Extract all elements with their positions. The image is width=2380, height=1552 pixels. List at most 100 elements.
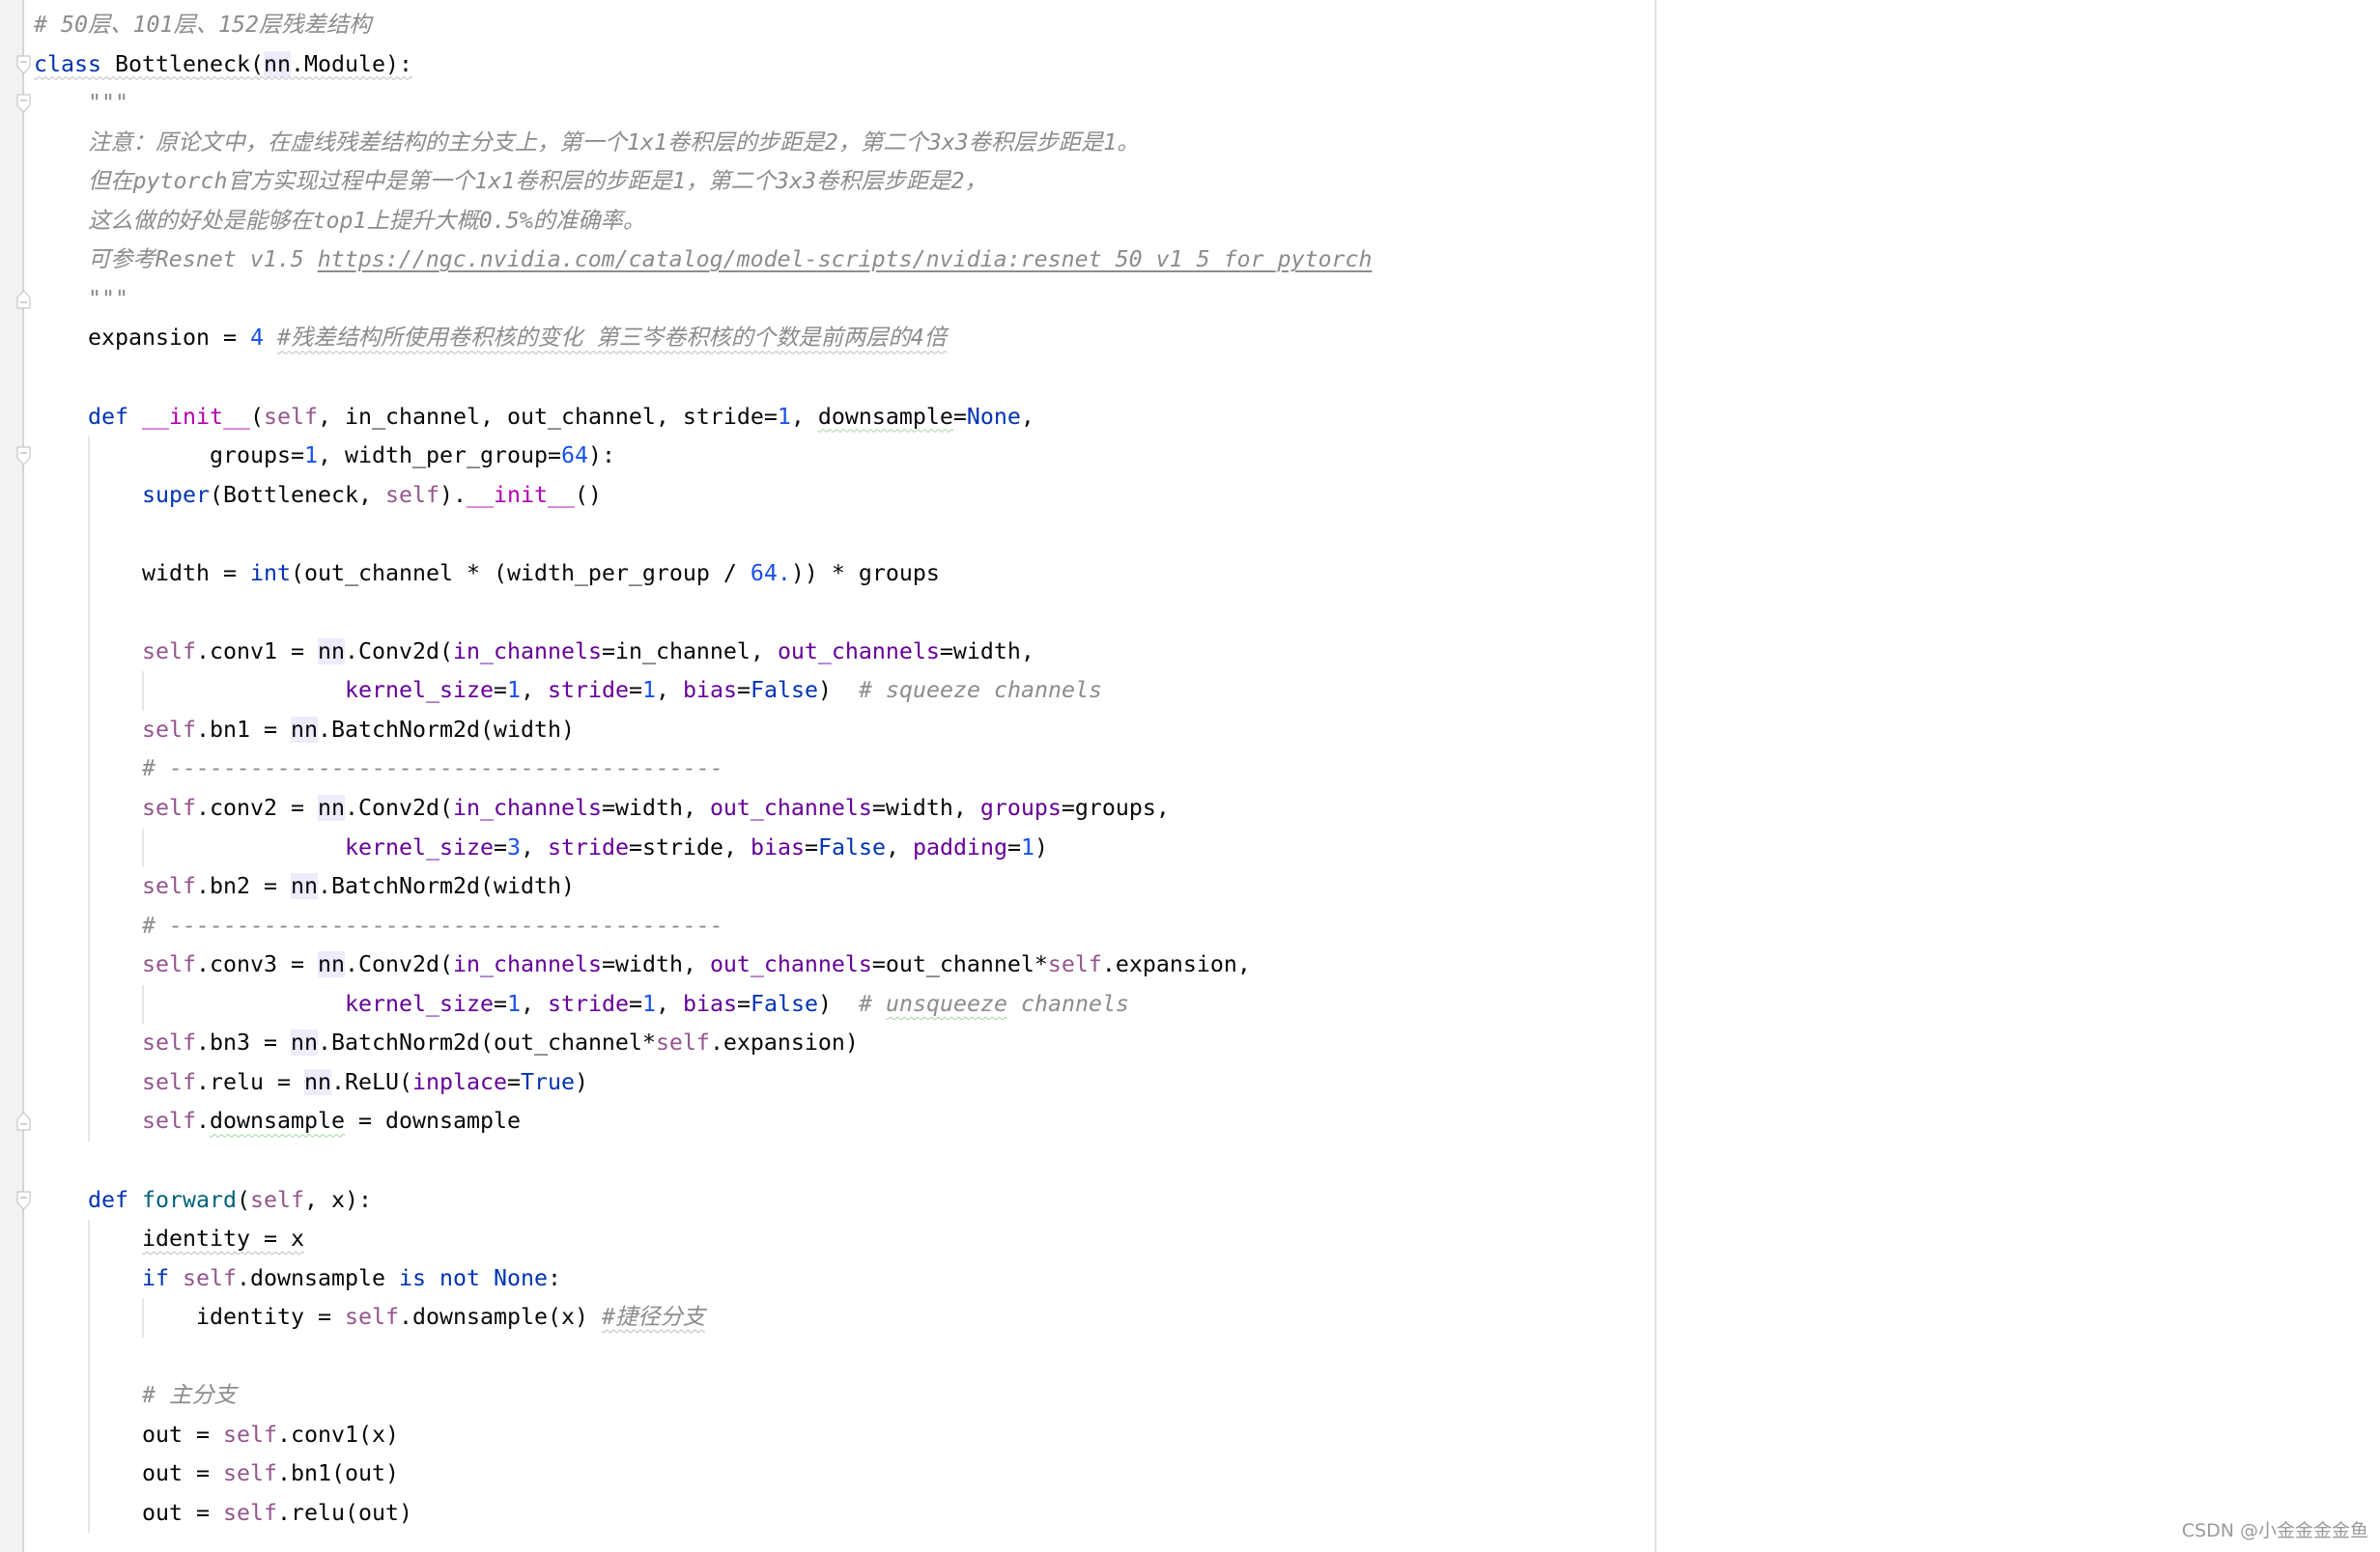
code-token: # 50层、101层、152层残差结构 bbox=[34, 12, 372, 38]
code-line[interactable]: identity = x bbox=[142, 1220, 304, 1258]
code-token: .bn1(out) bbox=[277, 1460, 399, 1487]
code-token: .downsample bbox=[237, 1264, 399, 1291]
code-token: 1 bbox=[641, 677, 656, 704]
fold-collapse-icon[interactable] bbox=[16, 54, 31, 74]
code-token: 1 bbox=[506, 677, 521, 704]
code-token: .bn2 = bbox=[196, 873, 291, 900]
code-token: =width, bbox=[601, 795, 710, 821]
code-token: nn bbox=[290, 1030, 318, 1057]
code-line[interactable]: self.bn2 = nn.BatchNorm2d(width) bbox=[142, 867, 575, 906]
code-line[interactable]: kernel_size=3, stride=stride, bias=False… bbox=[345, 829, 1048, 867]
code-token: 1 bbox=[506, 990, 521, 1017]
code-token: bias bbox=[682, 990, 737, 1017]
code-line[interactable]: self.conv1 = nn.Conv2d(in_channels=in_ch… bbox=[142, 633, 1034, 671]
code-token: """ bbox=[88, 90, 128, 117]
code-token: 1 bbox=[303, 442, 318, 469]
code-token: = bbox=[493, 990, 507, 1017]
code-token: , width_per_group= bbox=[317, 442, 561, 469]
code-line[interactable]: self.relu = nn.ReLU(inplace=True) bbox=[142, 1063, 588, 1102]
code-token: (Bottleneck, bbox=[210, 481, 385, 508]
code-token: downsample bbox=[817, 403, 953, 430]
code-token: # 主分支 bbox=[142, 1382, 237, 1409]
code-line[interactable]: # --------------------------------------… bbox=[142, 907, 723, 945]
link[interactable]: https://ngc.nvidia.com/catalog/model-scr… bbox=[318, 246, 1373, 272]
code-line[interactable]: identity = self.downsample(x) #捷径分支 bbox=[196, 1298, 705, 1337]
code-token: #残差结构所使用卷积核的变化 第三岑卷积核的个数是前两层的4倍 bbox=[276, 325, 947, 352]
code-token: =in_channel, bbox=[601, 637, 778, 664]
code-line[interactable]: def forward(self, x): bbox=[88, 1181, 372, 1220]
code-token: , bbox=[520, 990, 548, 1017]
code-token: , bbox=[520, 677, 548, 704]
code-line[interactable]: self.conv3 = nn.Conv2d(in_channels=width… bbox=[142, 945, 1251, 984]
code-token: nn bbox=[290, 716, 318, 743]
code-line[interactable]: class Bottleneck(nn.Module): bbox=[34, 45, 412, 84]
code-line[interactable]: self.downsample = downsample bbox=[142, 1102, 521, 1141]
code-token: def bbox=[88, 1186, 128, 1213]
code-token: padding bbox=[912, 833, 1007, 861]
code-token: = bbox=[952, 403, 967, 430]
code-token: self bbox=[344, 1304, 399, 1331]
code-token: , bbox=[790, 403, 818, 430]
code-line[interactable]: self.bn3 = nn.BatchNorm2d(out_channel*se… bbox=[142, 1024, 859, 1062]
code-line[interactable]: expansion = 4 #残差结构所使用卷积核的变化 第三岑卷积核的个数是前… bbox=[88, 319, 947, 357]
code-token: ): bbox=[587, 442, 615, 469]
code-line[interactable]: groups=1, width_per_group=64): bbox=[210, 437, 615, 475]
code-token: = downsample bbox=[344, 1108, 521, 1135]
code-token: out_channels bbox=[709, 795, 872, 821]
code-token: .bn3 = bbox=[196, 1030, 291, 1057]
code-line[interactable]: # 主分支 bbox=[142, 1376, 237, 1415]
code-line[interactable]: """ bbox=[88, 280, 128, 319]
code-token: # bbox=[858, 990, 886, 1017]
code-line[interactable]: if self.downsample is not None: bbox=[142, 1259, 561, 1298]
code-token: False bbox=[750, 677, 818, 704]
code-token: .ReLU( bbox=[330, 1068, 412, 1095]
code-line[interactable]: width = int(out_channel * (width_per_gro… bbox=[142, 554, 940, 593]
code-token: 但在pytorch官方实现过程中是第一个1x1卷积层的步距是1，第二个3x3卷积… bbox=[88, 168, 987, 195]
indent-guide bbox=[142, 984, 144, 1025]
code-line[interactable]: self.bn1 = nn.BatchNorm2d(width) bbox=[142, 711, 575, 749]
code-token: . bbox=[196, 1108, 210, 1135]
fold-end-icon[interactable] bbox=[16, 289, 31, 309]
code-line[interactable]: 可参考Resnet v1.5 https://ngc.nvidia.com/ca… bbox=[88, 240, 1373, 279]
code-line[interactable]: 注意：原论文中，在虚线残差结构的主分支上，第一个1x1卷积层的步距是2，第二个3… bbox=[88, 124, 1140, 162]
code-token: self bbox=[142, 637, 196, 664]
code-token: forward bbox=[142, 1186, 237, 1213]
code-token: stride bbox=[547, 990, 629, 1017]
code-token: .downsample(x) bbox=[398, 1304, 602, 1331]
code-line[interactable]: # --------------------------------------… bbox=[142, 749, 723, 788]
code-token: = bbox=[804, 833, 818, 861]
code-line[interactable]: 这么做的好处是能够在top1上提升大概0.5%的准确率。 bbox=[88, 202, 645, 240]
fold-end-icon[interactable] bbox=[16, 1112, 31, 1131]
code-line[interactable]: out = self.conv1(x) bbox=[142, 1416, 399, 1454]
code-token: self bbox=[142, 1108, 196, 1135]
code-token: .Conv2d( bbox=[344, 637, 453, 664]
code-token: out = bbox=[142, 1499, 223, 1526]
code-line[interactable]: out = self.bn1(out) bbox=[142, 1454, 399, 1493]
code-token: self bbox=[223, 1499, 277, 1526]
code-token: stride bbox=[547, 677, 629, 704]
fold-collapse-icon[interactable] bbox=[16, 446, 31, 466]
code-line[interactable]: """ bbox=[88, 84, 128, 123]
code-token: self bbox=[263, 403, 318, 430]
watermark: CSDN @小金金金金鱼 bbox=[2181, 1520, 2368, 1541]
fold-collapse-icon[interactable] bbox=[16, 1190, 31, 1210]
fold-collapse-icon[interactable] bbox=[16, 94, 31, 113]
code-line[interactable]: kernel_size=1, stride=1, bias=False) # s… bbox=[345, 671, 1102, 710]
code-line[interactable]: kernel_size=1, stride=1, bias=False) # u… bbox=[345, 985, 1129, 1024]
code-token: .expansion, bbox=[1101, 951, 1251, 978]
code-token: nn bbox=[317, 795, 345, 821]
code-token: = bbox=[628, 990, 642, 1017]
code-line[interactable]: # 50层、101层、152层残差结构 bbox=[34, 6, 371, 44]
code-line[interactable]: out = self.relu(out) bbox=[142, 1494, 412, 1533]
code-token: self bbox=[249, 1186, 304, 1213]
code-line[interactable]: def __init__(self, in_channel, out_chann… bbox=[88, 398, 1034, 437]
code-line[interactable]: self.conv2 = nn.Conv2d(in_channels=width… bbox=[142, 789, 1170, 828]
code-line[interactable]: super(Bottleneck, self).__init__() bbox=[142, 476, 602, 515]
code-token: super bbox=[142, 481, 210, 508]
code-token: ( bbox=[249, 403, 264, 430]
code-line[interactable]: 但在pytorch官方实现过程中是第一个1x1卷积层的步距是1，第二个3x3卷积… bbox=[88, 162, 987, 201]
code-token: def bbox=[88, 403, 128, 430]
